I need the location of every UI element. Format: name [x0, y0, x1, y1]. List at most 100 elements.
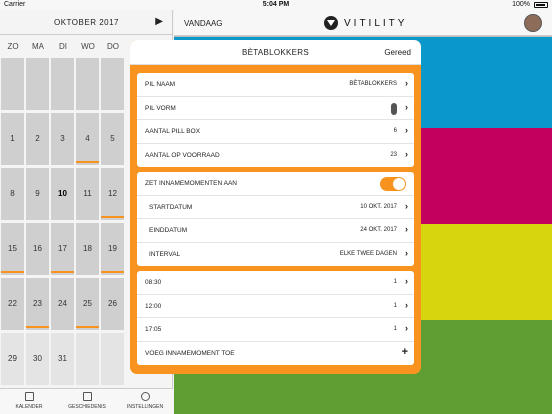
day-number: 31 — [58, 354, 67, 363]
intake-marker — [26, 326, 49, 328]
row-value: 1 — [393, 302, 397, 309]
day-number: 1 — [10, 134, 15, 143]
intake-marker — [101, 216, 124, 218]
done-button[interactable]: Gereed — [384, 48, 411, 57]
day-number: 23 — [33, 299, 42, 308]
calendar-day[interactable]: 9 — [26, 168, 49, 220]
row-label: 08:30 — [145, 279, 162, 286]
intake-time-row[interactable]: 12:00 1 › — [137, 295, 414, 318]
day-number: 12 — [108, 189, 117, 198]
row-value: 1 — [393, 326, 397, 332]
add-intake-row[interactable]: VOEG INNAMEMOMENT TOE + — [137, 342, 414, 366]
calendar-day[interactable]: 31 — [51, 333, 74, 385]
stock-count-row[interactable]: AANTAL OP VOORRAAD 23 › — [137, 144, 414, 168]
history-tab[interactable]: GESCHIEDENIS — [58, 392, 116, 410]
calendar-day[interactable]: 29 — [1, 333, 24, 385]
calendar-day[interactable]: 23 — [26, 278, 49, 330]
pill-box-count-row[interactable]: AANTAL PILL BOX 6 › — [137, 120, 414, 144]
day-number: 22 — [8, 299, 17, 308]
brand-logo: VITILITY — [324, 15, 407, 31]
calendar-day[interactable] — [76, 58, 99, 110]
intake-marker — [101, 271, 124, 273]
calendar-day[interactable]: 5 — [101, 113, 124, 165]
pill-name-row[interactable]: PIL NAAM BÈTABLOKKERS › — [137, 73, 414, 97]
day-number: 15 — [8, 244, 17, 253]
chevron-right-icon: › — [405, 247, 408, 258]
calendar-day[interactable]: 25 — [76, 278, 99, 330]
row-value: ELKE TWEE DAGEN — [339, 250, 397, 257]
day-number: 2 — [35, 134, 40, 143]
calendar-day[interactable] — [76, 333, 99, 385]
battery-icon — [534, 2, 548, 8]
calendar-day[interactable] — [101, 333, 124, 385]
calendar-day[interactable]: 19 — [101, 223, 124, 275]
calendar-day[interactable]: 3 — [51, 113, 74, 165]
calendar-day[interactable]: 30 — [26, 333, 49, 385]
calendar-day[interactable] — [1, 58, 24, 110]
day-number: 9 — [35, 189, 40, 198]
calendar-day[interactable] — [26, 58, 49, 110]
calendar-day[interactable]: 8 — [1, 168, 24, 220]
calendar-day[interactable]: 17 — [51, 223, 74, 275]
start-date-row[interactable]: STARTDATUM 10 OKT. 2017 › — [137, 196, 414, 219]
row-label: AANTAL OP VOORRAAD — [145, 151, 220, 159]
battery-label: 100% — [512, 1, 530, 8]
tab-bar: KALENDER GESCHIEDENIS INSTELLINGEN — [0, 388, 173, 414]
medication-modal: BÈTABLOKKERS Gereed PIL NAAM BÈTABLOKKER… — [130, 40, 421, 374]
today-button[interactable]: VANDAAG — [184, 19, 223, 28]
calendar-day[interactable] — [101, 58, 124, 110]
chevron-right-icon: › — [405, 148, 408, 159]
intake-times-group: 08:30 1 › 12:00 1 › 17:05 1 › VOEG INNAM… — [137, 271, 414, 365]
row-label: STARTDATUM — [149, 203, 193, 211]
interval-row[interactable]: INTERVAL ELKE TWEE DAGEN › — [137, 243, 414, 267]
row-value: 1 — [393, 279, 397, 285]
calendar-day[interactable]: 4 — [76, 113, 99, 165]
calendar-day[interactable]: 26 — [101, 278, 124, 330]
toggle-knob — [393, 178, 405, 190]
calendar-day[interactable]: 18 — [76, 223, 99, 275]
modal-title: BÈTABLOKKERS — [241, 48, 310, 57]
chevron-right-icon: › — [405, 224, 408, 234]
end-date-row[interactable]: EINDDATUM 24 OKT. 2017 › — [137, 219, 414, 243]
month-bar: OKTOBER 2017 ▶ — [0, 10, 173, 35]
row-label: ZET INNAMEMOMENTEN AAN — [145, 180, 237, 187]
calendar-day[interactable]: 16 — [26, 223, 49, 275]
day-number: 3 — [60, 134, 65, 143]
calendar-day[interactable]: 2 — [26, 113, 49, 165]
avatar[interactable] — [524, 14, 542, 32]
weekday-label: ZO — [7, 42, 19, 51]
calendar-day[interactable]: 11 — [76, 168, 99, 220]
intake-time-row[interactable]: 17:05 1 › — [137, 318, 414, 342]
row-label: PIL VORM — [145, 104, 176, 112]
settings-tab[interactable]: INSTELLINGEN — [116, 392, 174, 410]
day-number: 5 — [110, 134, 115, 143]
calendar-day[interactable] — [51, 58, 74, 110]
row-value: 24 OKT. 2017 — [360, 227, 397, 233]
chevron-right-icon: › — [405, 101, 408, 112]
calendar-day[interactable]: 12 — [101, 168, 124, 220]
intake-toggle[interactable] — [380, 177, 406, 191]
day-number: 25 — [83, 299, 92, 308]
calendar-day[interactable]: 24 — [51, 278, 74, 330]
pill-shape-row[interactable]: PIL VORM › — [137, 97, 414, 120]
calendar-day[interactable]: 10 — [51, 168, 74, 220]
chevron-right-icon: › — [405, 323, 408, 333]
weekday-label: MA — [32, 42, 44, 51]
calendar-day[interactable]: 1 — [1, 113, 24, 165]
top-bar: VANDAAG VITILITY — [174, 10, 552, 36]
row-label: 12:00 — [145, 302, 162, 310]
row-value: 10 OKT. 2017 — [360, 203, 397, 210]
row-value: 23 — [390, 151, 397, 158]
weekday-label: DI — [59, 42, 67, 51]
next-month-icon[interactable]: ▶ — [155, 16, 163, 27]
intake-time-row[interactable]: 08:30 1 › — [137, 271, 414, 295]
chevron-right-icon: › — [405, 299, 408, 310]
calendar-day[interactable]: 15 — [1, 223, 24, 275]
day-number: 16 — [33, 244, 42, 253]
day-number: 4 — [85, 134, 90, 143]
calendar-day[interactable]: 22 — [1, 278, 24, 330]
calendar-tab[interactable]: KALENDER — [0, 392, 58, 410]
intake-marker — [51, 271, 74, 273]
chevron-right-icon: › — [405, 200, 408, 211]
row-value: BÈTABLOKKERS — [349, 81, 397, 87]
